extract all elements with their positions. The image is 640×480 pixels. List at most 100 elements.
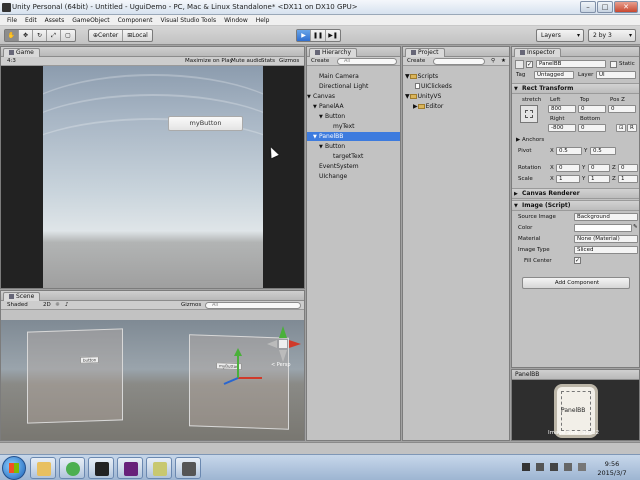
rotation-y-field[interactable]: 0 xyxy=(588,164,610,172)
project-search-input[interactable] xyxy=(433,58,485,65)
hand-tool-icon[interactable]: ✋ xyxy=(5,30,19,41)
eyedropper-icon[interactable]: ✎ xyxy=(633,224,638,230)
start-button[interactable] xyxy=(2,456,26,480)
menu-assets[interactable]: Assets xyxy=(41,15,69,25)
canvas-renderer-header[interactable]: ▶ Canvas Renderer xyxy=(512,188,639,199)
hierarchy-item[interactable]: UIchange xyxy=(307,172,400,181)
pivot-y-field[interactable]: 0.5 xyxy=(590,147,616,155)
tab-inspector[interactable]: Inspector xyxy=(514,48,561,57)
hierarchy-search-input[interactable]: All xyxy=(337,58,397,65)
tray-icon[interactable] xyxy=(578,463,586,471)
active-checkbox[interactable]: ✓ xyxy=(526,61,533,68)
taskbar-notepad[interactable] xyxy=(146,457,172,479)
layers-dropdown[interactable]: Layers ▾ xyxy=(536,29,584,42)
scene-lighting-toggle[interactable]: ☼ xyxy=(53,302,62,309)
tab-project[interactable]: Project xyxy=(405,48,445,57)
minimize-button[interactable]: – xyxy=(580,1,596,13)
project-item[interactable]: ▼ Scripts xyxy=(405,72,438,81)
pivot-center-toggle[interactable]: ⊕ Center xyxy=(89,30,124,41)
layout-dropdown[interactable]: 2 by 3 ▾ xyxy=(588,29,636,42)
persp-label[interactable]: < Persp xyxy=(271,362,291,368)
menu-gameobject[interactable]: GameObject xyxy=(68,15,113,25)
aspect-dropdown[interactable]: 4:3 xyxy=(5,58,18,65)
image-type-dropdown[interactable]: Sliced xyxy=(574,246,638,254)
menu-visual-studio-tools[interactable]: Visual Studio Tools xyxy=(156,15,220,25)
tray-icon[interactable] xyxy=(522,463,530,471)
menu-edit[interactable]: Edit xyxy=(21,15,41,25)
tab-hierarchy[interactable]: Hierarchy xyxy=(309,48,358,57)
scale-x-field[interactable]: 1 xyxy=(556,175,580,183)
raw-edit-button[interactable]: R xyxy=(627,124,637,132)
taskbar-explorer[interactable] xyxy=(30,457,56,479)
scene-canvas-box[interactable]: button xyxy=(27,328,123,424)
add-component-button[interactable]: Add Component xyxy=(522,277,630,289)
taskbar-clock[interactable]: 9:56 2015/3/7 xyxy=(592,460,632,478)
stats-toggle[interactable]: Stats xyxy=(259,58,277,65)
right-field[interactable]: -800 xyxy=(548,124,576,132)
top-field[interactable]: 0 xyxy=(578,105,606,113)
hierarchy-item[interactable]: myText xyxy=(307,122,400,131)
bottom-field[interactable]: 0 xyxy=(578,124,606,132)
hierarchy-create-dropdown[interactable]: Create xyxy=(309,58,331,65)
hierarchy-item[interactable]: EventSystem xyxy=(307,162,400,171)
tab-game[interactable]: Game xyxy=(3,48,40,57)
fill-center-checkbox[interactable]: ✓ xyxy=(574,257,581,264)
color-swatch[interactable] xyxy=(574,224,632,232)
play-button[interactable]: ▶ xyxy=(297,30,311,41)
space-local-toggle[interactable]: ⊞ Local xyxy=(123,30,152,41)
pivot-x-field[interactable]: 0.5 xyxy=(556,147,582,155)
blueprint-button[interactable]: ⊡ xyxy=(616,124,626,132)
menu-file[interactable]: File xyxy=(3,15,21,25)
static-checkbox[interactable] xyxy=(610,61,617,68)
filter-icon[interactable]: ⚲ xyxy=(489,58,497,65)
move-tool-icon[interactable]: ✥ xyxy=(19,30,33,41)
left-field[interactable]: 800 xyxy=(548,105,576,113)
tray-icon[interactable] xyxy=(564,463,572,471)
hierarchy-item[interactable]: Main Camera xyxy=(307,72,400,81)
scene-orientation-gizmo-icon[interactable] xyxy=(263,324,303,364)
anchor-presets-icon[interactable] xyxy=(520,105,538,123)
my-button[interactable]: myButton xyxy=(168,116,243,131)
project-item[interactable]: ▼ UnityVS xyxy=(405,92,441,101)
hierarchy-item[interactable]: ▼ Canvas xyxy=(307,92,400,101)
taskbar-unity[interactable] xyxy=(88,457,114,479)
hierarchy-item-selected[interactable]: ▼ PanelBB xyxy=(307,132,400,141)
rotation-x-field[interactable]: 0 xyxy=(556,164,580,172)
hierarchy-item[interactable]: targetText xyxy=(307,152,400,161)
favorite-icon[interactable]: ★ xyxy=(499,58,508,65)
posz-field[interactable]: 0 xyxy=(608,105,636,113)
hierarchy-item[interactable]: Directional Light xyxy=(307,82,400,91)
rotation-z-field[interactable]: 0 xyxy=(618,164,638,172)
hierarchy-item[interactable]: ▼ Button xyxy=(307,142,400,151)
gizmos-dropdown[interactable]: Gizmos xyxy=(277,58,301,65)
maximize-on-play-toggle[interactable]: Maximize on Play xyxy=(183,58,235,65)
shading-dropdown[interactable]: Shaded xyxy=(5,302,30,309)
move-gizmo-icon[interactable] xyxy=(206,348,266,388)
menu-help[interactable]: Help xyxy=(252,15,274,25)
scene-search-input[interactable]: All xyxy=(205,302,301,309)
maximize-button[interactable]: □ xyxy=(597,1,613,13)
taskbar-recorder[interactable] xyxy=(175,457,201,479)
material-field[interactable]: None (Material) xyxy=(574,235,638,243)
rotate-tool-icon[interactable]: ↻ xyxy=(33,30,47,41)
tag-dropdown[interactable]: Untagged xyxy=(534,71,574,79)
menu-window[interactable]: Window xyxy=(220,15,252,25)
step-button[interactable]: ▶❚ xyxy=(326,30,340,41)
project-item[interactable]: UIClickeds xyxy=(415,82,452,91)
scene-audio-toggle[interactable]: ♪ xyxy=(63,302,71,309)
menu-component[interactable]: Component xyxy=(114,15,157,25)
hierarchy-item[interactable]: ▼ Button xyxy=(307,112,400,121)
tray-icon[interactable] xyxy=(550,463,558,471)
image-script-header[interactable]: ▼ Image (Script) xyxy=(512,200,639,211)
project-create-dropdown[interactable]: Create xyxy=(405,58,427,65)
object-name-field[interactable]: PanelBB xyxy=(536,60,606,68)
source-image-field[interactable]: Background xyxy=(574,213,638,221)
tab-scene[interactable]: Scene xyxy=(3,292,41,301)
project-item[interactable]: ▶ Editor xyxy=(413,102,443,111)
scale-tool-icon[interactable]: ⤢ xyxy=(47,30,61,41)
rect-transform-header[interactable]: ▼ Rect Transform xyxy=(512,83,639,94)
taskbar-chrome[interactable] xyxy=(59,457,85,479)
scale-y-field[interactable]: 1 xyxy=(588,175,610,183)
scale-z-field[interactable]: 1 xyxy=(618,175,638,183)
pause-button[interactable]: ❚❚ xyxy=(311,30,327,41)
